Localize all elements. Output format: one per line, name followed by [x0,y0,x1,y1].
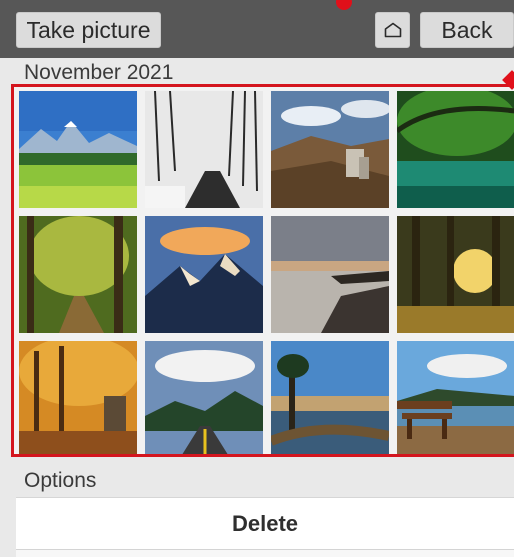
take-picture-button[interactable]: Take picture [16,12,161,48]
photo-thumbnail-7[interactable] [271,216,389,333]
photo-thumbnail-3[interactable] [271,91,389,208]
photo-thumbnail-8[interactable] [397,216,514,333]
top-toolbar: Take picture Back [0,0,514,58]
back-button[interactable]: Back [420,12,514,48]
photo-thumbnail-4[interactable] [397,91,514,208]
photo-thumbnail-12[interactable] [397,341,514,454]
photo-thumbnail-10[interactable] [145,341,263,454]
photo-thumbnail-9[interactable] [19,341,137,454]
photo-thumbnail-5[interactable] [19,216,137,333]
home-button[interactable] [375,12,410,48]
photo-thumbnail-1[interactable] [19,91,137,208]
photo-thumbnail-2[interactable] [145,91,263,208]
home-icon [384,22,401,38]
photo-gallery [11,84,514,457]
photo-thumbnail-6[interactable] [145,216,263,333]
photo-thumbnail-11[interactable] [271,341,389,454]
month-label: November 2021 [24,61,174,84]
options-title: Options [24,469,97,492]
delete-button[interactable]: Delete [16,497,514,550]
